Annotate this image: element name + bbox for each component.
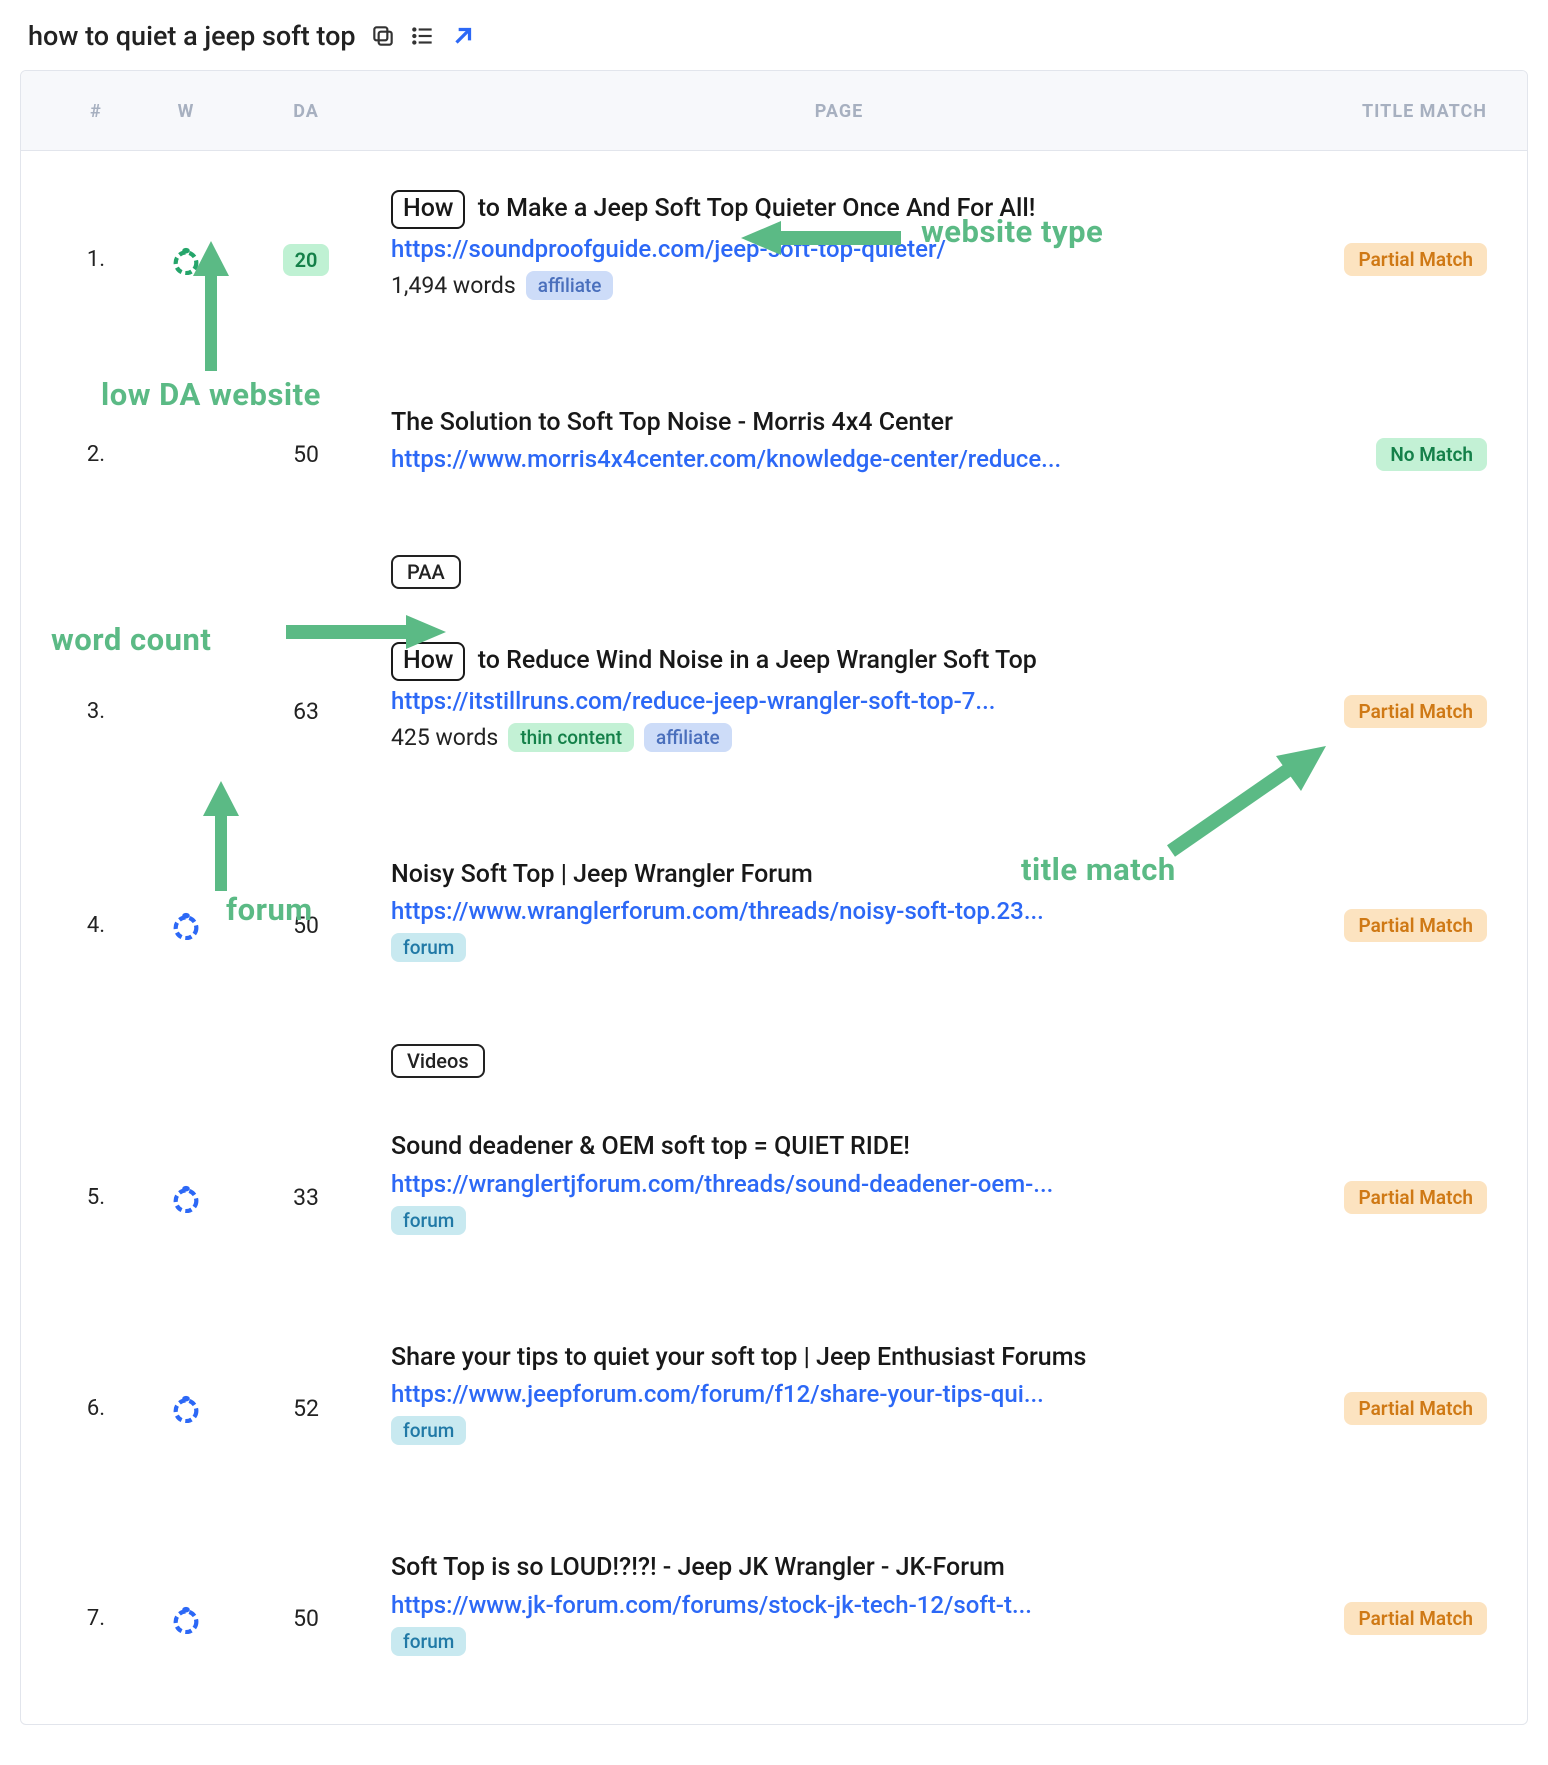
w-cell <box>131 1604 241 1634</box>
col-w: W <box>131 101 241 122</box>
col-da: DA <box>241 101 371 122</box>
result-meta: 425 words thin content affiliate <box>391 723 1267 752</box>
match-cell: No Match <box>1287 438 1487 471</box>
result-url[interactable]: https://www.morris4x4center.com/knowledg… <box>391 445 1151 473</box>
result-title[interactable]: How to Reduce Wind Noise in a Jeep Wrang… <box>391 642 1267 681</box>
word-count: 1,494 words <box>391 272 516 299</box>
result-url[interactable]: https://www.jk-forum.com/forums/stock-jk… <box>391 1591 1151 1619</box>
match-cell: Partial Match <box>1287 909 1487 942</box>
result-url[interactable]: https://soundproofguide.com/jeep-soft-to… <box>391 235 1151 263</box>
tag-forum: forum <box>391 1627 466 1656</box>
result-url[interactable]: https://www.jeepforum.com/forum/f12/shar… <box>391 1380 1151 1408</box>
w-cell <box>131 1183 241 1213</box>
da-cell: 50 <box>241 912 371 939</box>
page-cell: Share your tips to quiet your soft top |… <box>371 1332 1287 1486</box>
tag-forum: forum <box>391 1206 466 1235</box>
table-body: 1. 20 How to Make a Jeep Soft Top Quieter … <box>21 151 1527 1724</box>
result-url[interactable]: https://itstillruns.com/reduce-jeep-wran… <box>391 687 1151 715</box>
list-icon[interactable] <box>410 23 436 49</box>
page-cell: How to Reduce Wind Noise in a Jeep Wrang… <box>371 632 1287 792</box>
keyword-box: How <box>391 190 465 229</box>
tag-affiliate: affiliate <box>644 723 732 752</box>
result-title[interactable]: Soft Top is so LOUD!?!?! - Jeep JK Wrang… <box>391 1552 1267 1585</box>
title-match-badge: No Match <box>1376 438 1487 471</box>
section-paa: PAA <box>391 541 1487 603</box>
rank-cell: 1. <box>61 247 131 272</box>
rank-cell: 4. <box>61 913 131 938</box>
title-match-badge: Partial Match <box>1344 1181 1487 1214</box>
external-link-icon[interactable] <box>450 23 476 49</box>
section-label: Videos <box>391 1044 485 1078</box>
rank-cell: 3. <box>61 699 131 724</box>
match-cell: Partial Match <box>1287 695 1487 728</box>
da-cell: 63 <box>241 698 371 725</box>
table-row[interactable]: 4.50Noisy Soft Top | Jeep Wrangler Forum… <box>61 820 1487 1031</box>
page-cell: How to Make a Jeep Soft Top Quieter Once… <box>371 180 1287 340</box>
da-cell: 50 <box>241 1605 371 1632</box>
da-cell: 20 <box>241 246 371 273</box>
result-meta: forum <box>391 933 1267 962</box>
match-cell: Partial Match <box>1287 1602 1487 1635</box>
w-cell <box>131 245 241 275</box>
table-row[interactable]: 7. 50 Soft Top is so LOUD!?!?! - Jeep JK W… <box>61 1513 1487 1724</box>
query-header: how to quiet a jeep soft top <box>20 10 1528 70</box>
result-title[interactable]: Noisy Soft Top | Jeep Wrangler Forum <box>391 859 1267 892</box>
section-label: PAA <box>391 555 461 589</box>
peach-icon <box>171 1393 201 1423</box>
table-header: # W DA PAGE TITLE MATCH <box>21 71 1527 151</box>
title-match-badge: Partial Match <box>1344 909 1487 942</box>
word-count: 425 words <box>391 724 498 751</box>
rank-cell: 7. <box>61 1606 131 1631</box>
title-match-badge: Partial Match <box>1344 1602 1487 1635</box>
w-cell <box>131 910 241 940</box>
col-match: TITLE MATCH <box>1287 101 1487 122</box>
title-match-badge: Partial Match <box>1344 243 1487 276</box>
rank-cell: 2. <box>61 442 131 467</box>
tag-forum: forum <box>391 933 466 962</box>
page-cell: Sound deadener & OEM soft top = QUIET RI… <box>371 1121 1287 1275</box>
table-row[interactable]: 1. 20 How to Make a Jeep Soft Top Quieter … <box>61 151 1487 368</box>
table-row[interactable]: 2. 50 The Solution to Soft Top Noise - Mor… <box>61 368 1487 542</box>
tag-affiliate: affiliate <box>526 271 614 300</box>
serp-table: # W DA PAGE TITLE MATCH 1. 20 How to Make … <box>20 70 1528 1725</box>
table-row[interactable]: 3. 63 How to Reduce Wind Noise in a Jeep W… <box>61 603 1487 820</box>
da-cell: 52 <box>241 1395 371 1422</box>
match-cell: Partial Match <box>1287 1181 1487 1214</box>
result-title[interactable]: Sound deadener & OEM soft top = QUIET RI… <box>391 1131 1267 1164</box>
table-row[interactable]: 6. 52 Share your tips to quiet your soft t… <box>61 1303 1487 1514</box>
result-meta: forum <box>391 1627 1267 1656</box>
result-title[interactable]: How to Make a Jeep Soft Top Quieter Once… <box>391 190 1267 229</box>
keyword-box: How <box>391 642 465 681</box>
peach-icon <box>171 1604 201 1634</box>
query-text: how to quiet a jeep soft top <box>28 20 356 52</box>
da-badge: 20 <box>283 244 330 276</box>
peach-icon <box>171 1183 201 1213</box>
page-cell: Soft Top is so LOUD!?!?! - Jeep JK Wrang… <box>371 1542 1287 1696</box>
da-cell: 33 <box>241 1184 371 1211</box>
result-title[interactable]: The Solution to Soft Top Noise - Morris … <box>391 407 1267 440</box>
tag-thin-content: thin content <box>508 723 634 752</box>
page-cell: The Solution to Soft Top Noise - Morris … <box>371 397 1287 514</box>
match-cell: Partial Match <box>1287 243 1487 276</box>
rank-cell: 5. <box>61 1185 131 1210</box>
title-match-badge: Partial Match <box>1344 695 1487 728</box>
w-cell <box>131 1393 241 1423</box>
da-cell: 50 <box>241 441 371 468</box>
section-videos: Videos <box>391 1030 1487 1092</box>
result-meta: forum <box>391 1206 1267 1235</box>
rank-cell: 6. <box>61 1396 131 1421</box>
peach-icon <box>171 910 201 940</box>
result-meta: forum <box>391 1416 1267 1445</box>
tag-forum: forum <box>391 1416 466 1445</box>
peach-icon <box>171 245 201 275</box>
col-rank: # <box>61 101 131 122</box>
col-page: PAGE <box>371 101 1287 122</box>
table-row[interactable]: 5. 33 Sound deadener & OEM soft top = QUIE… <box>61 1092 1487 1303</box>
page-cell: Noisy Soft Top | Jeep Wrangler Forum http… <box>371 849 1287 1003</box>
result-url[interactable]: https://wranglertjforum.com/threads/soun… <box>391 1170 1151 1198</box>
result-meta: 1,494 words affiliate <box>391 271 1267 300</box>
result-url[interactable]: https://www.wranglerforum.com/threads/no… <box>391 897 1151 925</box>
copy-icon[interactable] <box>370 23 396 49</box>
result-title[interactable]: Share your tips to quiet your soft top |… <box>391 1342 1267 1375</box>
